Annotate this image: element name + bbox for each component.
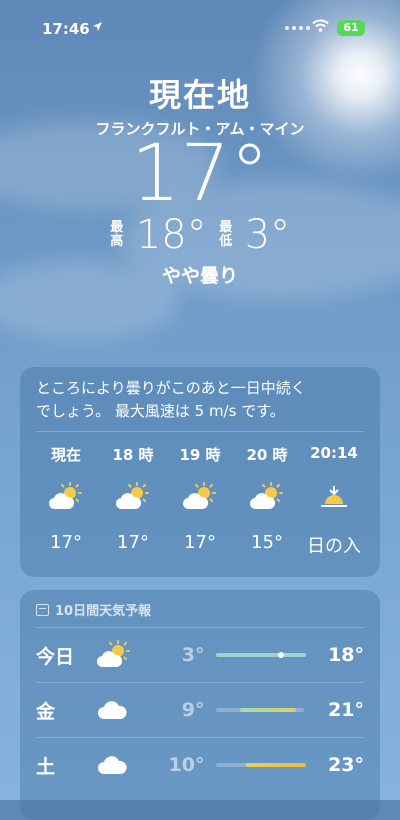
ten-day-header: 10日間天気予報 [20,590,380,619]
day-label: 土 [36,755,56,778]
cloud-icon [96,699,154,721]
hour-temp: 17° [184,532,216,553]
summary-line-2: でしょう。 最大風速は 5 m/s です。 [36,402,285,420]
day-row[interactable]: 今日 3° 18° [36,627,364,682]
current-weather-header: 現在地 フランクフルト・アム・マイン 17° 最高 18° 最低 3° やや曇り [0,70,400,288]
hourly-list[interactable]: 現在 17° 18 時 17° 19 時 17° 20 時 15° 20:14 [20,432,380,558]
temperature-range-bar [216,763,307,767]
battery-indicator: 61 [337,20,365,36]
sunset-icon [302,474,366,520]
hour-label: 18 時 [112,446,154,464]
partly-cloudy-sun-icon [34,474,98,520]
day-low: 10° [168,754,205,776]
hour-temp: 15° [251,532,283,553]
range-fill [240,708,297,712]
hour-item: 現在 17° [34,444,98,558]
condition-text: やや曇り [161,265,238,287]
partly-cloudy-sun-icon [235,474,299,520]
partly-cloudy-sun-icon [101,474,165,520]
forecast-summary: ところにより曇りがこのあと一日中続く でしょう。 最大風速は 5 m/s です。 [20,367,380,423]
calendar-icon [36,603,49,616]
location-title: 現在地 [148,76,251,114]
hourly-forecast-card[interactable]: ところにより曇りがこのあと一日中続く でしょう。 最大風速は 5 m/s です。… [20,367,380,577]
partly-cloudy-sun-icon [96,640,154,669]
hour-label: 19 時 [179,446,221,464]
cloud-icon [96,754,154,776]
day-row[interactable]: 金 9° 21° [36,682,364,737]
low-label: 最低 [219,220,233,249]
low-temperature: 3° [244,212,291,258]
day-low: 3° [181,644,205,666]
location-arrow-icon [92,21,103,35]
range-fill [246,763,307,767]
high-low: 最高 18° 最低 3° [0,213,400,257]
temperature-range-bar [216,652,307,658]
hour-temp: 17° [50,532,82,553]
status-time: 17:46 [42,20,90,38]
hour-item: 20 時 15° [235,444,299,558]
day-high: 18° [328,644,365,666]
range-fill [216,653,307,657]
high-temperature: 18° [135,212,207,258]
status-bar: 17:46 61 [0,0,400,44]
day-label: 金 [36,700,56,723]
temperature-range-bar [216,708,304,712]
ten-day-title: 10日間天気予報 [55,604,152,619]
day-low: 9° [181,699,205,721]
current-temp-marker [278,652,285,658]
hour-temp: 日の入 [307,536,361,557]
hour-item: 20:14 日の入 [302,444,366,558]
hour-temp: 17° [117,532,149,553]
current-temperature: 17° [130,129,270,219]
hour-label: 20:14 [310,444,358,462]
day-label: 今日 [36,645,75,668]
hour-label: 現在 [50,446,81,464]
summary-line-1: ところにより曇りがこのあと一日中続く [36,379,306,397]
ten-day-list: 今日 3° 18° 金 9° 21° 土 10° 23° [20,619,380,792]
day-high: 23° [328,754,365,776]
partly-cloudy-sun-icon [168,474,232,520]
day-row[interactable]: 土 10° 23° [36,737,364,792]
ten-day-forecast-card[interactable]: 10日間天気予報 今日 3° 18° 金 9° 21° 土 10° 23° [20,590,380,820]
hour-item: 19 時 17° [168,444,232,558]
signal-icon [285,26,310,30]
wifi-icon [312,18,329,36]
hour-label: 20 時 [246,446,288,464]
day-high: 21° [328,699,365,721]
hour-item: 18 時 17° [101,444,165,558]
high-label: 最高 [110,220,124,249]
